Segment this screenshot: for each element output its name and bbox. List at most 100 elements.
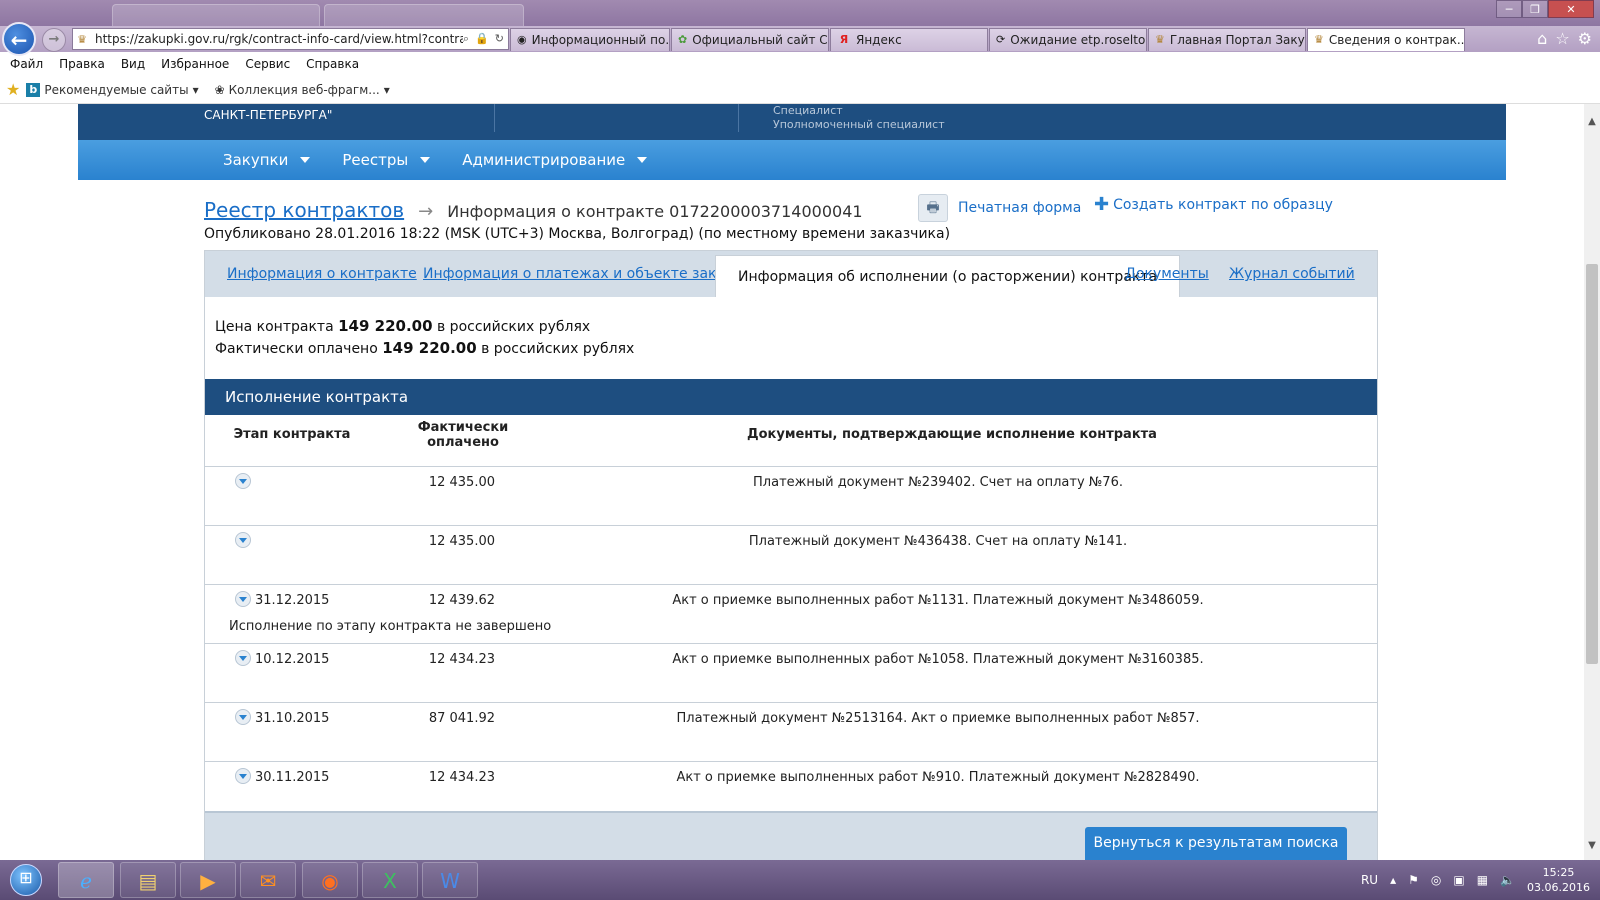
user-role-detail: Уполномоченный специалист	[773, 118, 945, 131]
favorites-star-icon[interactable]: ★	[6, 80, 20, 99]
background-window-tab	[324, 4, 524, 26]
network-icon[interactable]: ▦	[1477, 873, 1488, 887]
close-window-button[interactable]: ✕	[1548, 0, 1594, 18]
menu-edit[interactable]: Правка	[59, 57, 105, 71]
favorites-item-suggested[interactable]: b Рекомендуемые сайты ▾	[26, 82, 199, 97]
firefox-icon[interactable]: ◉	[302, 862, 358, 898]
tab-event-log[interactable]: Журнал событий	[1229, 251, 1355, 297]
browser-tab[interactable]: Я Яндекс	[830, 28, 988, 51]
price-suffix: в российских рублях	[436, 319, 591, 335]
column-header-paid-line1: Фактически	[417, 420, 509, 435]
window-title-bar: ─ ❐ ✕	[0, 0, 1600, 26]
tab-execution-info[interactable]: Информация об исполнении (о расторжении)…	[715, 255, 1181, 297]
file-explorer-icon[interactable]: ▤	[120, 862, 176, 898]
header-divider	[738, 104, 739, 132]
scroll-up-icon[interactable]: ▲	[1584, 116, 1600, 132]
yandex-icon: Я	[839, 33, 849, 46]
expand-toggle-icon[interactable]	[235, 709, 251, 725]
eagle-icon: ♛	[1155, 33, 1165, 46]
expand-toggle-icon[interactable]	[235, 473, 251, 489]
update-icon[interactable]: ◎	[1431, 873, 1441, 887]
clock[interactable]: 15:25 03.06.2016	[1527, 865, 1590, 895]
tab-payments-info[interactable]: Информация о платежах и объекте закупки	[423, 251, 751, 297]
browser-tab-active[interactable]: ♛ Сведения о контрак... ×	[1307, 28, 1465, 51]
language-indicator[interactable]: RU	[1361, 873, 1378, 887]
tab-documents[interactable]: Документы	[1125, 251, 1209, 297]
row-amount: 12 435.00	[428, 475, 495, 490]
column-header-documents: Документы, подтверждающие исполнение кон…	[747, 427, 1157, 442]
menu-help[interactable]: Справка	[306, 57, 359, 71]
price-prefix: Цена контракта	[215, 319, 334, 335]
scroll-thumb[interactable]	[1586, 264, 1598, 664]
home-icon[interactable]: ⌂	[1537, 29, 1547, 48]
browser-tab[interactable]: ♛ Главная Портал Закуп...	[1148, 28, 1306, 51]
chevron-down-icon	[637, 157, 648, 163]
table-row: 31.12.2015 12 439.62 Акт о приемке выпол…	[205, 585, 1377, 644]
row-date: 10.12.2015	[255, 652, 330, 667]
expand-toggle-icon[interactable]	[235, 650, 251, 666]
gear-icon[interactable]: ⚙	[1578, 29, 1592, 48]
published-date: Опубликовано 28.01.2016 18:22 (MSK (UTC+…	[204, 226, 951, 242]
system-tray: RU ▴ ⚑ ◎ ▣ ▦ 🔈 15:25 03.06.2016	[1361, 860, 1590, 900]
expand-toggle-icon[interactable]	[235, 532, 251, 548]
search-icon[interactable]: ⌕	[463, 32, 469, 46]
tab-contract-info[interactable]: Информация о контракте	[227, 251, 417, 297]
row-documents: Акт о приемке выполненных работ №1058. П…	[672, 652, 1204, 667]
expand-toggle-icon[interactable]	[235, 768, 251, 784]
browser-tab-title: Яндекс	[856, 33, 902, 47]
refresh-icon[interactable]: ↻	[495, 32, 504, 46]
favorites-star-icon[interactable]: ☆	[1555, 29, 1569, 48]
create-contract-button[interactable]: ✚ Создать контракт по образцу	[1094, 194, 1333, 215]
table-row: 10.12.2015 12 434.23 Акт о приемке выпол…	[205, 644, 1377, 703]
back-button[interactable]: ←	[2, 22, 36, 56]
browser-tab[interactable]: ⟳ Ожидание etp.roseltor...	[989, 28, 1147, 51]
paid-value: 149 220.00	[382, 339, 477, 357]
section-title: Исполнение контракта	[205, 379, 1377, 415]
nav-purchases[interactable]: Закупки	[223, 151, 311, 169]
print-form-button[interactable]: 🖶 Печатная форма	[918, 194, 1081, 222]
browser-tab-title: Главная Портал Закуп...	[1169, 33, 1305, 47]
scroll-down-icon[interactable]: ▼	[1584, 840, 1600, 856]
row-amount: 87 041.92	[428, 711, 495, 726]
browser-tab[interactable]: ◉ Информационный по...	[510, 28, 670, 51]
breadcrumb-registry-link[interactable]: Реестр контрактов	[204, 198, 404, 222]
outlook-icon[interactable]: ✉	[240, 862, 296, 898]
lock-icon[interactable]: 🔒	[475, 32, 489, 46]
contract-card: Информация о контракте Информация о плат…	[204, 250, 1378, 860]
chevron-down-icon	[420, 157, 431, 163]
nav-administration[interactable]: Администрирование	[462, 151, 648, 169]
start-button[interactable]	[4, 860, 48, 900]
expand-toggle-icon[interactable]	[235, 591, 251, 607]
maximize-button[interactable]: ❐	[1522, 0, 1548, 18]
column-header-stage: Этап контракта	[233, 427, 351, 442]
organization-name: САНКТ-ПЕТЕРБУРГА"	[204, 108, 333, 122]
address-bar[interactable]: ♛ https://zakupki.gov.ru/rgk/contract-in…	[72, 28, 509, 50]
forward-button[interactable]: →	[42, 28, 66, 52]
show-hidden-icons-icon[interactable]: ▴	[1390, 873, 1396, 887]
row-note: Исполнение по этапу контракта не заверше…	[229, 619, 552, 634]
bing-icon: b	[26, 82, 41, 97]
word-icon[interactable]: W	[422, 862, 478, 898]
arrow-right-icon: →	[418, 201, 434, 222]
address-url[interactable]: https://zakupki.gov.ru/rgk/contract-info…	[91, 32, 463, 46]
browser-tab-title: Информационный по...	[531, 33, 670, 47]
menu-view[interactable]: Вид	[121, 57, 145, 71]
device-icon[interactable]: ▣	[1453, 873, 1464, 887]
favorites-item-webslices[interactable]: ❀ Коллекция веб-фрагм... ▾	[215, 83, 390, 97]
internet-explorer-icon[interactable]: ℯ	[58, 862, 114, 898]
table-row: 12 435.00 Платежный документ №239402. Сч…	[205, 467, 1377, 526]
browser-tab[interactable]: ✿ Официальный сайт Сл...	[671, 28, 829, 51]
menu-favorites[interactable]: Избранное	[161, 57, 229, 71]
menu-file[interactable]: Файл	[10, 57, 43, 71]
return-to-results-button[interactable]: Вернуться к результатам поиска	[1085, 827, 1347, 860]
vertical-scrollbar[interactable]: ▲ ▼	[1584, 104, 1600, 860]
contract-price: Цена контракта 149 220.00 в российских р…	[215, 317, 590, 335]
price-value: 149 220.00	[338, 317, 433, 335]
nav-registries[interactable]: Реестры	[342, 151, 431, 169]
volume-icon[interactable]: 🔈	[1500, 873, 1515, 887]
media-player-icon[interactable]: ▶	[180, 862, 236, 898]
minimize-button[interactable]: ─	[1496, 0, 1522, 18]
flag-icon[interactable]: ⚑	[1408, 873, 1419, 887]
menu-tools[interactable]: Сервис	[245, 57, 290, 71]
excel-icon[interactable]: X	[362, 862, 418, 898]
